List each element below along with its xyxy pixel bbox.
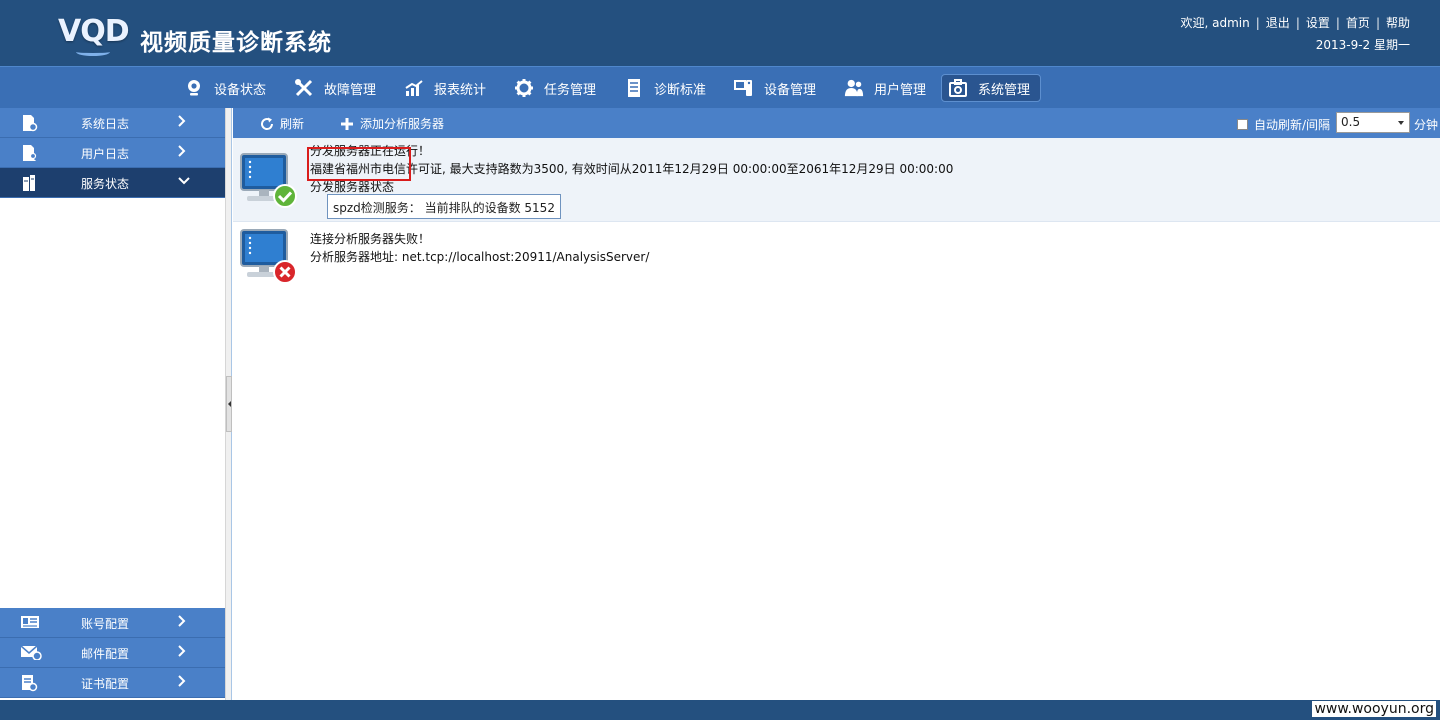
sidebar-item-account-config[interactable]: 账号配置 [0, 608, 225, 638]
id-card-icon [20, 614, 39, 632]
webcam-icon [184, 78, 204, 98]
auto-refresh-checkbox[interactable] [1236, 119, 1248, 130]
sidebar-item-user-log[interactable]: 用户日志 [0, 138, 225, 168]
nav-label: 诊断标准 [654, 82, 707, 98]
interval-unit: 分钟 [1413, 118, 1438, 132]
nav-label: 任务管理 [544, 82, 597, 98]
add-analysis-server-button[interactable]: 添加分析服务器 [340, 115, 444, 132]
users-icon [844, 78, 864, 98]
refresh-icon [260, 117, 274, 131]
splitter-handle[interactable] [226, 376, 232, 432]
nav-label: 设备管理 [764, 82, 817, 98]
nav-label: 故障管理 [324, 82, 377, 98]
tools-icon [294, 78, 314, 98]
logout-link[interactable]: 退出 [1266, 16, 1290, 30]
chevron-right-icon [178, 115, 188, 129]
book-icon [624, 78, 644, 98]
sidebar-item-label: 用户日志 [81, 147, 130, 161]
nav-task-management[interactable]: 任务管理 [508, 74, 606, 102]
dispatch-server-row: 分发服务器正在运行！ 福建省福州市电信许可证, 最大支持路数为3500, 有效时… [233, 138, 1440, 222]
analysis-address-text: 分析服务器地址: net.tcp://localhost:20911/Analy… [310, 250, 650, 264]
app-title: 视频质量诊断系统 [140, 30, 332, 56]
refresh-button[interactable]: 刷新 [260, 115, 304, 132]
monitor-error-icon [239, 228, 299, 286]
nav-system-management[interactable]: 系统管理 [941, 74, 1042, 102]
main-nav: 设备状态 故障管理 报表统计 任务管理 诊断标准 设备管理 用户管理 系统管理 [0, 66, 1440, 108]
monitor-ok-icon [239, 152, 299, 210]
chevron-down-icon [1398, 121, 1404, 125]
mail-icon [20, 644, 42, 662]
toolbox-icon [948, 78, 968, 98]
nav-device-status[interactable]: 设备状态 [178, 74, 276, 102]
sidebar-item-service-status[interactable]: 服务状态 [0, 168, 225, 198]
top-links: 欢迎, admin | 退出 | 设置 | 首页 | 帮助 [1180, 16, 1410, 30]
highlight-box [307, 147, 411, 181]
sidebar-item-certificate-config[interactable]: 证书配置 [0, 668, 225, 698]
auto-refresh-label: 自动刷新/间隔 [1253, 118, 1330, 132]
interval-value: 0.5 [1341, 115, 1361, 129]
nav-label: 报表统计 [434, 82, 487, 98]
sidebar-item-system-log[interactable]: 系统日志 [0, 108, 225, 138]
chevron-right-icon [178, 145, 188, 159]
logo-swoosh [76, 48, 110, 56]
logo-mark: VQD [58, 14, 130, 49]
nav-label: 设备状态 [214, 82, 267, 98]
chevron-down-icon [178, 175, 190, 189]
sidebar-splitter[interactable] [225, 108, 232, 700]
sidebar-item-label: 账号配置 [81, 617, 130, 631]
home-link[interactable]: 首页 [1346, 16, 1370, 30]
device-icon [734, 78, 754, 98]
nav-diagnosis-standard[interactable]: 诊断标准 [618, 74, 716, 102]
auto-refresh-control[interactable]: 自动刷新/间隔 [1236, 116, 1330, 133]
app-header: VQD 视频质量诊断系统 欢迎, admin | 退出 | 设置 | 首页 | 帮助 2013-… [0, 0, 1440, 66]
analysis-status-text: 连接分析服务器失败！ [310, 232, 431, 246]
welcome-text: 欢迎, admin [1180, 16, 1250, 30]
chevron-right-icon [178, 645, 188, 659]
doc-gear-icon [20, 114, 38, 132]
doc-user-icon [20, 144, 38, 162]
nav-report-statistics[interactable]: 报表统计 [398, 74, 496, 102]
nav-device-management[interactable]: 设备管理 [728, 74, 826, 102]
watermark: www.wooyun.org [1312, 701, 1436, 717]
nav-label: 系统管理 [978, 82, 1031, 98]
sidebar-item-label: 证书配置 [81, 677, 130, 691]
server-icon [20, 174, 38, 192]
nav-fault-management[interactable]: 故障管理 [288, 74, 386, 102]
plus-icon [340, 117, 354, 131]
content-toolbar: 刷新 添加分析服务器 自动刷新/间隔 0.5 分钟 [233, 108, 1440, 138]
help-link[interactable]: 帮助 [1386, 16, 1410, 30]
collapse-arrow-icon [228, 401, 231, 407]
nav-label: 用户管理 [874, 82, 927, 98]
analysis-server-row: 连接分析服务器失败！ 分析服务器地址: net.tcp://localhost:… [233, 222, 1440, 292]
main-content: 刷新 添加分析服务器 自动刷新/间隔 0.5 分钟 分发服务器正在运行！ 福建省… [233, 108, 1440, 700]
add-server-label: 添加分析服务器 [360, 117, 445, 131]
certificate-icon [20, 674, 38, 692]
current-date: 2013-9-2 星期一 [1315, 38, 1410, 52]
queue-status-box: spzd检测服务： 当前排队的设备数 5152 [327, 194, 561, 219]
gear-icon [514, 78, 534, 98]
refresh-label: 刷新 [280, 117, 305, 131]
chevron-right-icon [178, 615, 188, 629]
sidebar-item-mail-config[interactable]: 邮件配置 [0, 638, 225, 668]
sidebar-item-label: 服务状态 [81, 177, 130, 191]
sidebar-item-label: 系统日志 [81, 117, 130, 131]
settings-link[interactable]: 设置 [1306, 16, 1330, 30]
app-footer: www.wooyun.org [0, 700, 1440, 720]
nav-user-management[interactable]: 用户管理 [838, 74, 936, 102]
sidebar: 系统日志 用户日志 服务状态 账号配置 邮件配置 证书配置 [0, 108, 225, 700]
chevron-right-icon [178, 675, 188, 689]
chart-icon [404, 78, 424, 98]
interval-select[interactable]: 0.5 [1336, 112, 1410, 133]
sidebar-item-label: 邮件配置 [81, 647, 130, 661]
